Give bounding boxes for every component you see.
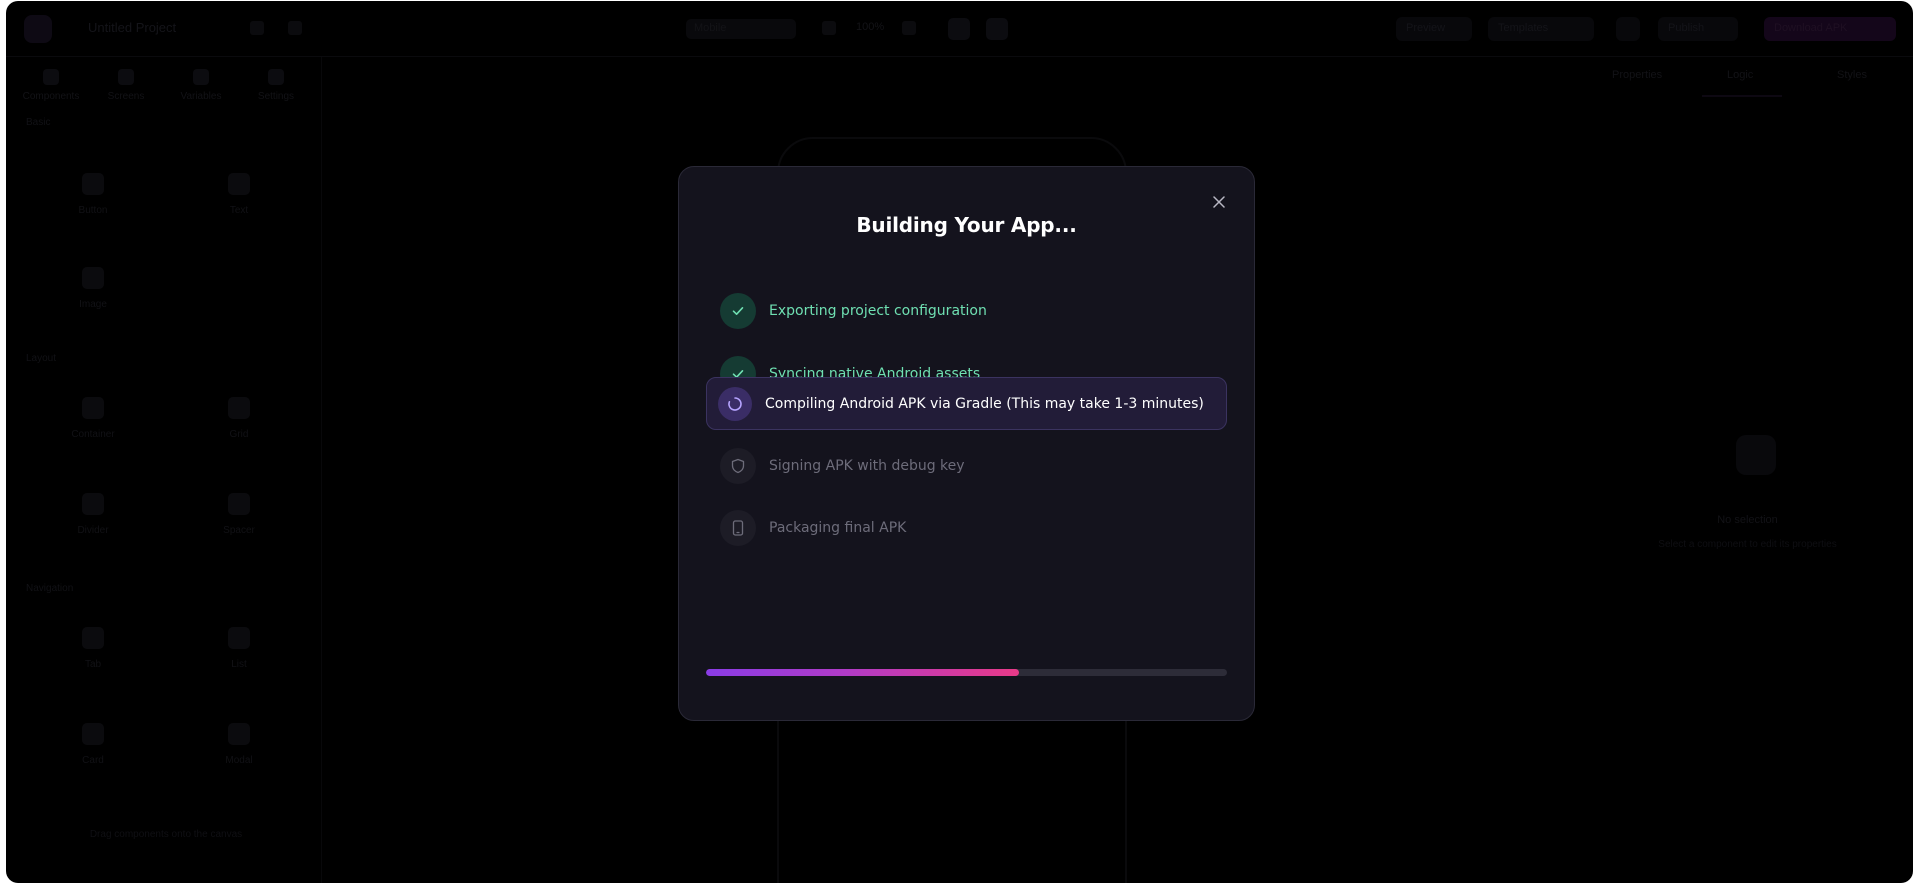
spacer-icon [228,493,250,515]
tab-icon [82,627,104,649]
text-icon [228,173,250,195]
zoom-out-icon[interactable] [822,21,836,35]
section-label: Navigation [26,583,74,594]
empty-state-title: No selection [1717,514,1778,526]
undo-icon[interactable] [250,21,264,35]
component-tile[interactable]: Container [58,397,128,440]
modal-icon [228,723,250,745]
close-icon [1213,196,1225,208]
list-icon [228,627,250,649]
tab-screens[interactable]: Screens [91,69,161,102]
left-panel-footer: Drag components onto the canvas [89,829,243,840]
zoom-in-icon[interactable] [902,21,916,35]
publish-button[interactable]: Publish [1658,17,1738,41]
card-icon [82,723,104,745]
grid-icon [228,397,250,419]
components-icon [43,69,59,85]
button-icon [82,173,104,195]
smartphone-icon [720,510,756,546]
component-tile[interactable]: Spacer [204,493,274,536]
component-tile[interactable]: List [204,627,274,670]
preview-button[interactable]: Preview [1396,17,1472,41]
check-icon [720,293,756,329]
settings-icon[interactable] [1616,17,1640,41]
spinner-icon [718,386,752,421]
gear-icon [268,69,284,85]
section-label: Layout [26,353,57,364]
screens-icon [118,69,134,85]
close-button[interactable] [1208,191,1230,213]
modal-title: Building Your App... [856,213,1077,237]
step-label: Compiling Android APK via Gradle (This m… [765,395,1204,412]
divider-icon [82,493,104,515]
component-tile[interactable]: Modal [204,723,274,766]
redo-icon[interactable] [288,21,302,35]
component-tile[interactable]: Divider [58,493,128,536]
zoom-level: 100% [856,21,885,33]
tab-styles[interactable]: Styles [1837,69,1867,81]
download-apk-button[interactable]: Download APK [1764,17,1896,41]
shield-icon [720,448,756,484]
component-tile[interactable]: Button [58,173,128,216]
left-panel: Components Screens Variables Settings Ba… [6,57,322,883]
active-tab-indicator [1702,95,1782,97]
build-modal: Building Your App... Exporting project c… [678,166,1255,721]
component-tile[interactable]: Card [58,723,128,766]
build-step-package: Packaging final APK [706,496,1227,560]
component-tile[interactable]: Image [58,267,128,310]
device-select[interactable]: Mobile [686,19,796,39]
tab-components[interactable]: Components [16,69,86,102]
right-panel: Properties Logic Styles No selection Sel… [1582,57,1913,883]
component-tile[interactable]: Grid [204,397,274,440]
top-bar: Untitled Project Mobile 100% Preview Tem… [6,1,1913,57]
app-logo [24,15,52,43]
container-icon [82,397,104,419]
tab-settings[interactable]: Settings [241,69,311,102]
templates-button[interactable]: Templates [1488,17,1594,41]
variables-icon [193,69,209,85]
tab-properties[interactable]: Properties [1612,69,1662,81]
app-window: Untitled Project Mobile 100% Preview Tem… [6,1,1913,883]
step-label: Packaging final APK [769,520,907,536]
component-tile[interactable]: Text [204,173,274,216]
mobile-view-icon[interactable] [986,18,1008,40]
image-icon [82,267,104,289]
step-label: Exporting project configuration [769,303,987,319]
cursor-icon [1736,435,1776,475]
build-step-export: Exporting project configuration [706,279,1227,343]
section-label: Basic [26,117,51,128]
build-step-sign: Signing APK with debug key [706,434,1227,498]
component-tile[interactable]: Tab [58,627,128,670]
build-progress-fill [706,669,1019,676]
build-progress-bar [706,669,1227,676]
project-name: Untitled Project [88,20,177,35]
empty-state-subtitle: Select a component to edit its propertie… [1658,539,1837,550]
desktop-view-icon[interactable] [948,18,970,40]
tab-variables[interactable]: Variables [166,69,236,102]
step-label: Signing APK with debug key [769,458,965,474]
build-step-compile: Compiling Android APK via Gradle (This m… [706,377,1227,430]
tab-logic[interactable]: Logic [1727,69,1753,81]
